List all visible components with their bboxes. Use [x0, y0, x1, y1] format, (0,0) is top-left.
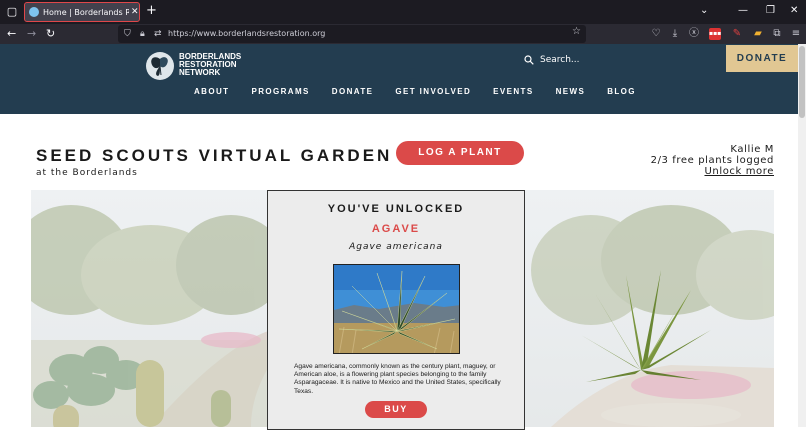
extensions-puzzle-icon[interactable]: ⧉ [771, 28, 783, 40]
tab-list-icon[interactable]: ▢ [4, 4, 20, 20]
menu-item-donate[interactable]: DONATE [332, 87, 374, 96]
browser-navigation-bar: ← → ↻ ⛉ 🔒︎ ⇄ https://www.borderlandsrest… [0, 24, 806, 44]
menu-item-programs[interactable]: PROGRAMS [251, 87, 309, 96]
menu-item-about[interactable]: ABOUT [194, 87, 229, 96]
unlock-heading: YOU'VE UNLOCKED [327, 203, 465, 215]
extension-red-icon[interactable]: ▪▪▪ [709, 28, 721, 40]
new-tab-icon[interactable]: + [146, 4, 157, 18]
plants-logged-count: 2/3 free plants logged [650, 155, 774, 166]
plant-name: AGAVE [371, 223, 421, 235]
menu-item-events[interactable]: EVENTS [493, 87, 533, 96]
logo-wordmark[interactable]: BORDERLANDS RESTORATION NETWORK [179, 53, 241, 77]
plant-latin-name: Agave americana [349, 242, 443, 252]
permissions-icon[interactable]: ⇄ [154, 27, 162, 41]
page-title: SEED SCOUTS VIRTUAL GARDEN [36, 146, 393, 165]
page-scrollbar[interactable] [798, 44, 806, 427]
site-favicon-icon [29, 7, 39, 17]
site-search[interactable]: Search... [524, 55, 580, 65]
extension-x-icon[interactable]: ⓧ [688, 28, 700, 40]
extension-badge-icon[interactable]: ▰ [752, 28, 764, 40]
browser-tab-bar: ▢ Home | Borderlands Restoration ✕ + ⌄ —… [0, 0, 806, 24]
user-progress: Kallie M 2/3 free plants logged Unlock m… [651, 144, 774, 177]
hamburger-menu-icon[interactable]: ≡ [790, 28, 802, 40]
reload-icon[interactable]: ↻ [46, 26, 55, 42]
pocket-icon[interactable]: ♡ [650, 28, 662, 40]
menu-item-get-involved[interactable]: GET INVOLVED [395, 87, 471, 96]
search-icon [524, 55, 534, 65]
shield-icon[interactable]: ⛉ [124, 27, 131, 41]
downloads-icon[interactable]: ⤓ [669, 28, 681, 40]
close-window-icon[interactable]: ✕ [790, 4, 798, 18]
log-plant-button[interactable]: LOG A PLANT [396, 141, 524, 165]
buy-button[interactable]: BUY [365, 401, 427, 418]
close-tab-icon[interactable]: ✕ [131, 7, 139, 17]
address-bar[interactable]: ⛉ 🔒︎ ⇄ https://www.borderlandsrestoratio… [118, 25, 586, 43]
agave-photo [333, 264, 460, 354]
search-placeholder: Search... [540, 55, 580, 65]
butterfly-logo-icon[interactable] [146, 52, 174, 80]
site-header: BORDERLANDS RESTORATION NETWORK Search..… [0, 44, 806, 114]
page-subtitle: at the Borderlands [36, 168, 138, 178]
browser-tab-active[interactable]: Home | Borderlands Restoration ✕ [24, 2, 140, 22]
extension-pen-icon[interactable]: ✎ [731, 28, 743, 40]
plant-description: Agave americana, commonly known as the c… [294, 363, 501, 395]
tab-title: Home | Borderlands Restoration [43, 7, 129, 17]
menu-item-blog[interactable]: BLOG [607, 87, 636, 96]
main-menu: ABOUT PROGRAMS DONATE GET INVOLVED EVENT… [194, 87, 658, 96]
user-name: Kallie M [730, 144, 774, 155]
donate-button[interactable]: DONATE [726, 45, 798, 72]
tab-overflow-chevron-icon[interactable]: ⌄ [700, 4, 708, 18]
forward-arrow-icon[interactable]: → [27, 26, 36, 42]
bookmark-star-icon[interactable]: ☆ [572, 26, 581, 37]
back-arrow-icon[interactable]: ← [7, 26, 16, 42]
url-text[interactable]: https://www.borderlandsrestoration.org [168, 28, 325, 40]
unlock-more-link[interactable]: Unlock more [704, 166, 774, 177]
lock-icon[interactable]: 🔒︎ [140, 27, 145, 41]
scrollbar-thumb[interactable] [799, 46, 805, 118]
menu-item-news[interactable]: NEWS [556, 87, 586, 96]
plant-unlock-card: YOU'VE UNLOCKED AGAVE Agave americana Ag… [267, 190, 525, 430]
restore-icon[interactable]: ❐ [766, 4, 775, 18]
minimize-icon[interactable]: — [738, 4, 748, 18]
